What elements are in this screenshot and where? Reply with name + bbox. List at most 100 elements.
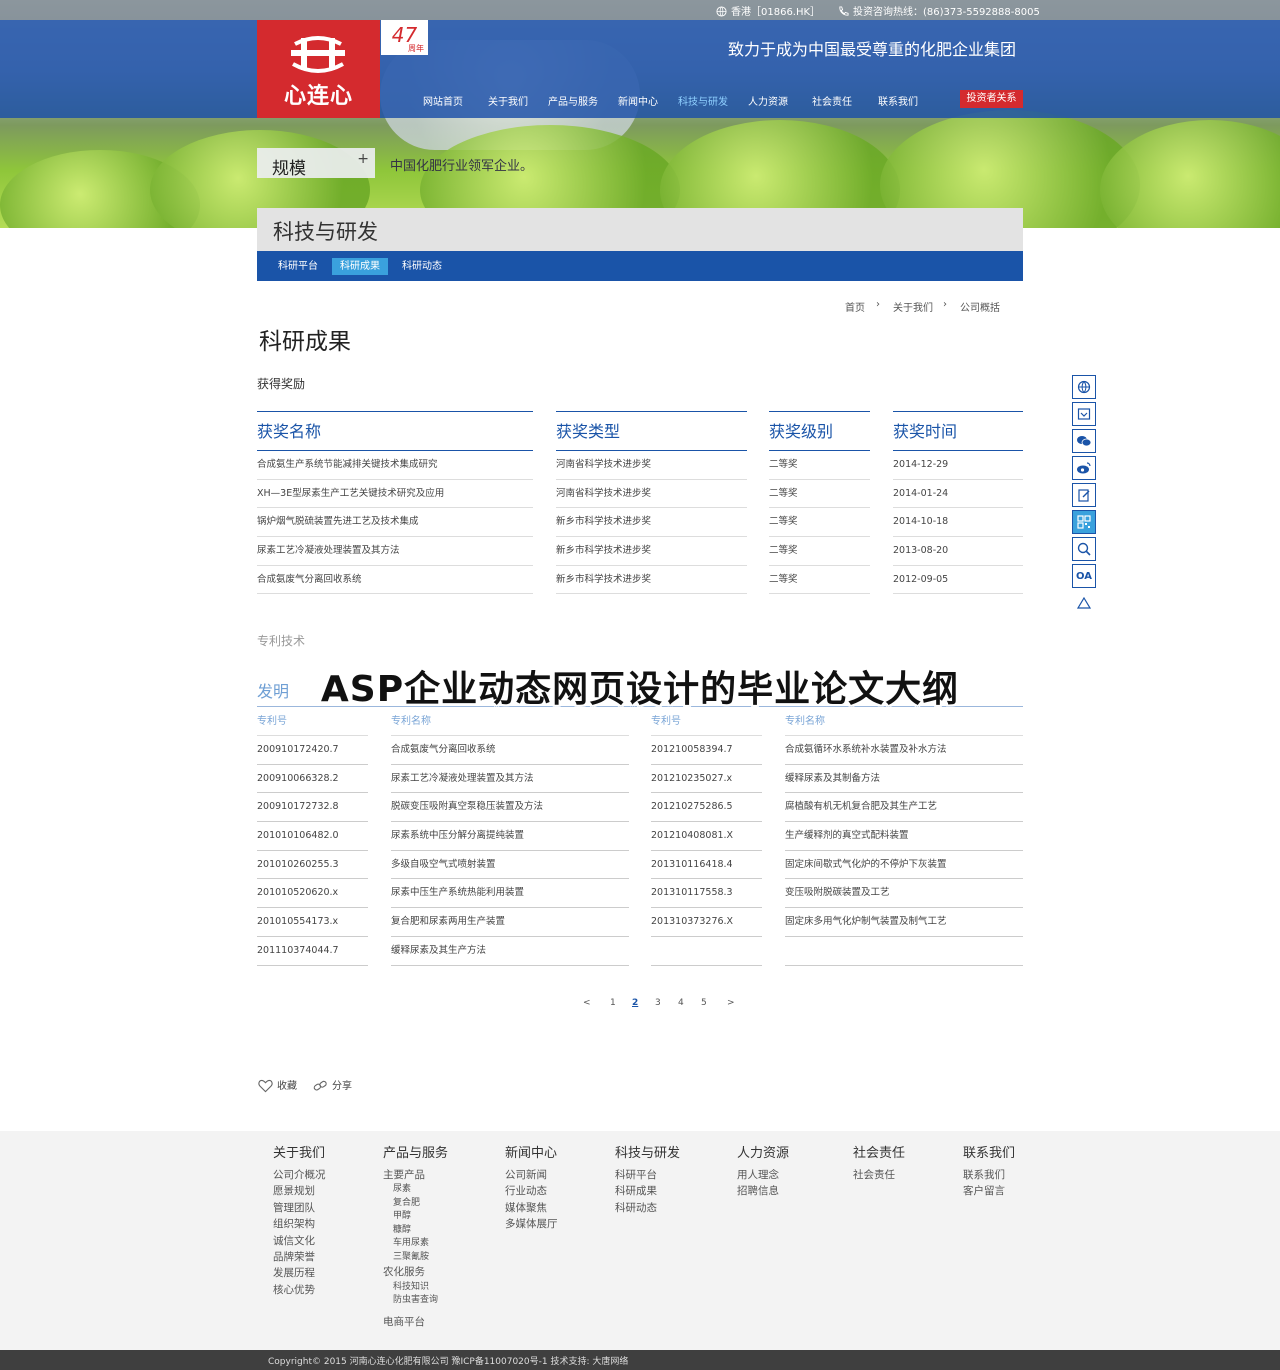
breadcrumb-home[interactable]: 首页 bbox=[845, 299, 865, 314]
globe-icon bbox=[1077, 380, 1091, 394]
footer-sublink[interactable]: 尿素 bbox=[383, 1183, 448, 1197]
subnav-item-dynamics[interactable]: 科研动态 bbox=[394, 258, 450, 275]
footer-column-title[interactable]: 关于我们 bbox=[273, 1142, 326, 1161]
favorite-button[interactable]: 收藏 bbox=[258, 1077, 297, 1093]
top-info-bar: 香港［01866.HK］ 投资咨询热线：(86)373-5592888-8005 bbox=[0, 0, 1280, 20]
sidebar-top-button[interactable] bbox=[1072, 591, 1096, 615]
patent-cell: 201210058394.7 bbox=[651, 736, 762, 765]
footer-link[interactable]: 用人理念 bbox=[737, 1167, 789, 1183]
award-cell: 新乡市科学技术进步奖 bbox=[556, 537, 747, 566]
page-button[interactable]: 5 bbox=[701, 998, 707, 1008]
footer-sublink[interactable]: 复合肥 bbox=[383, 1197, 448, 1211]
footer-sublink[interactable]: 科技知识 bbox=[383, 1281, 448, 1295]
award-cell: 河南省科学技术进步奖 bbox=[556, 451, 747, 480]
nav-item-home[interactable]: 网站首页 bbox=[423, 93, 463, 108]
subnav-item-platform[interactable]: 科研平台 bbox=[270, 258, 326, 275]
patent-column-name-right: 专利名称 合成氨循环水系统补水装置及补水方法 缓释尿素及其制备方法 腐植酸有机无… bbox=[785, 707, 1023, 966]
footer-column-title[interactable]: 人力资源 bbox=[737, 1142, 789, 1161]
awards-column-level: 获奖级别 二等奖 二等奖 二等奖 二等奖 二等奖 bbox=[769, 411, 870, 595]
footer-link[interactable]: 科研动态 bbox=[615, 1200, 680, 1216]
scale-toggle[interactable]: 规模 + bbox=[257, 148, 375, 179]
sidebar-qrcode-button[interactable] bbox=[1072, 510, 1096, 534]
patent-cell: 200910172420.7 bbox=[257, 736, 368, 765]
scale-text: 中国化肥行业领军企业。 bbox=[390, 159, 534, 174]
footer: 关于我们 公司介概况 愿景规划 管理团队 组织架构 诚信文化 品牌荣誉 发展历程… bbox=[0, 1131, 1280, 1350]
footer-link[interactable]: 科研平台 bbox=[615, 1167, 680, 1183]
nav-item-social[interactable]: 社会责任 bbox=[812, 93, 852, 108]
nav-item-products[interactable]: 产品与服务 bbox=[548, 93, 598, 108]
footer-link[interactable]: 社会责任 bbox=[853, 1167, 905, 1183]
sidebar-wechat-button[interactable] bbox=[1072, 429, 1096, 453]
nav-item-contact[interactable]: 联系我们 bbox=[878, 93, 918, 108]
awards-header: 获奖级别 bbox=[769, 412, 870, 451]
footer-sublink[interactable]: 三聚氰胺 bbox=[383, 1251, 448, 1265]
footer-link[interactable]: 公司介概况 bbox=[273, 1167, 326, 1183]
page-prev-button[interactable]: < bbox=[583, 998, 591, 1008]
footer-sublink[interactable]: 防虫害查询 bbox=[383, 1294, 448, 1308]
sidebar-edit-button[interactable] bbox=[1072, 483, 1096, 507]
footer-link[interactable]: 行业动态 bbox=[505, 1183, 558, 1199]
award-cell: 二等奖 bbox=[769, 480, 870, 509]
footer-link[interactable]: 主要产品 bbox=[383, 1167, 448, 1183]
share-button[interactable]: 分享 bbox=[313, 1077, 352, 1093]
sidebar-globe-button[interactable] bbox=[1072, 375, 1096, 399]
footer-column-title[interactable]: 科技与研发 bbox=[615, 1142, 680, 1161]
page-button-current[interactable]: 2 bbox=[632, 998, 638, 1008]
footer-link[interactable]: 管理团队 bbox=[273, 1200, 326, 1216]
breadcrumb-about[interactable]: 关于我们 bbox=[893, 299, 933, 314]
footer-link[interactable]: 多媒体展厅 bbox=[505, 1216, 558, 1232]
sidebar-weibo-button[interactable] bbox=[1072, 456, 1096, 480]
footer-link[interactable]: 公司新闻 bbox=[505, 1167, 558, 1183]
sidebar-search-button[interactable] bbox=[1072, 537, 1096, 561]
footer-link[interactable]: 品牌荣誉 bbox=[273, 1249, 326, 1265]
page-button[interactable]: 1 bbox=[610, 998, 616, 1008]
footer-column-title[interactable]: 新闻中心 bbox=[505, 1142, 558, 1161]
sidebar-mail-button[interactable] bbox=[1072, 402, 1096, 426]
footer-link[interactable]: 联系我们 bbox=[963, 1167, 1015, 1183]
nav-item-hr[interactable]: 人力资源 bbox=[748, 93, 788, 108]
footer-column-products: 产品与服务 主要产品 尿素 复合肥 甲醇 糠醇 车用尿素 三聚氰胺 农化服务 科… bbox=[383, 1142, 448, 1330]
footer-link[interactable]: 电商平台 bbox=[383, 1314, 448, 1330]
footer-link[interactable]: 发展历程 bbox=[273, 1265, 326, 1281]
page-button[interactable]: 3 bbox=[655, 998, 661, 1008]
nav-item-about[interactable]: 关于我们 bbox=[488, 93, 528, 108]
subnav-item-results[interactable]: 科研成果 bbox=[332, 258, 388, 275]
anniversary-badge: 47 周年 bbox=[381, 20, 428, 55]
floating-sidebar: OA bbox=[1072, 375, 1098, 618]
awards-header: 获奖名称 bbox=[257, 412, 533, 451]
footer-column-title[interactable]: 联系我们 bbox=[963, 1142, 1015, 1161]
sidebar-oa-button[interactable]: OA bbox=[1072, 564, 1096, 588]
footer-link[interactable]: 科研成果 bbox=[615, 1183, 680, 1199]
footer-column-title[interactable]: 社会责任 bbox=[853, 1142, 905, 1161]
sub-nav: 科研平台 科研成果 科研动态 bbox=[257, 251, 1023, 281]
footer-sublink[interactable]: 糠醇 bbox=[383, 1224, 448, 1238]
award-cell: 河南省科学技术进步奖 bbox=[556, 480, 747, 509]
footer-link[interactable]: 媒体聚焦 bbox=[505, 1200, 558, 1216]
footer-sublink[interactable]: 甲醇 bbox=[383, 1210, 448, 1224]
oa-icon: OA bbox=[1076, 570, 1092, 582]
footer-link[interactable]: 诚信文化 bbox=[273, 1233, 326, 1249]
page-button[interactable]: 4 bbox=[678, 998, 684, 1008]
footer-link[interactable]: 农化服务 bbox=[383, 1264, 448, 1280]
nav-item-research[interactable]: 科技与研发 bbox=[678, 93, 728, 108]
company-logo[interactable]: 心连心 bbox=[257, 20, 380, 118]
footer-column-title[interactable]: 产品与服务 bbox=[383, 1142, 448, 1161]
stock-text: 香港［01866.HK］ bbox=[731, 7, 821, 18]
globe-icon bbox=[716, 6, 727, 17]
footer-link[interactable]: 客户留言 bbox=[963, 1183, 1015, 1199]
award-cell: 合成氨废气分离回收系统 bbox=[257, 566, 533, 595]
page-next-button[interactable]: > bbox=[727, 998, 735, 1008]
footer-link[interactable]: 组织架构 bbox=[273, 1216, 326, 1232]
section-title: 科技与研发 bbox=[273, 220, 378, 244]
awards-header: 获奖类型 bbox=[556, 412, 747, 451]
patent-cell: 缓释尿素及其制备方法 bbox=[785, 765, 1023, 794]
patent-cell: 201310117558.3 bbox=[651, 879, 762, 909]
award-cell: 二等奖 bbox=[769, 566, 870, 595]
footer-link[interactable]: 核心优势 bbox=[273, 1282, 326, 1298]
footer-link[interactable]: 招聘信息 bbox=[737, 1183, 789, 1199]
footer-sublink[interactable]: 车用尿素 bbox=[383, 1237, 448, 1251]
investor-relations-button[interactable]: 投资者关系 bbox=[960, 90, 1023, 108]
awards-column-date: 获奖时间 2014-12-29 2014-01-24 2014-10-18 20… bbox=[893, 411, 1023, 595]
nav-item-news[interactable]: 新闻中心 bbox=[618, 93, 658, 108]
footer-link[interactable]: 愿景规划 bbox=[273, 1183, 326, 1199]
